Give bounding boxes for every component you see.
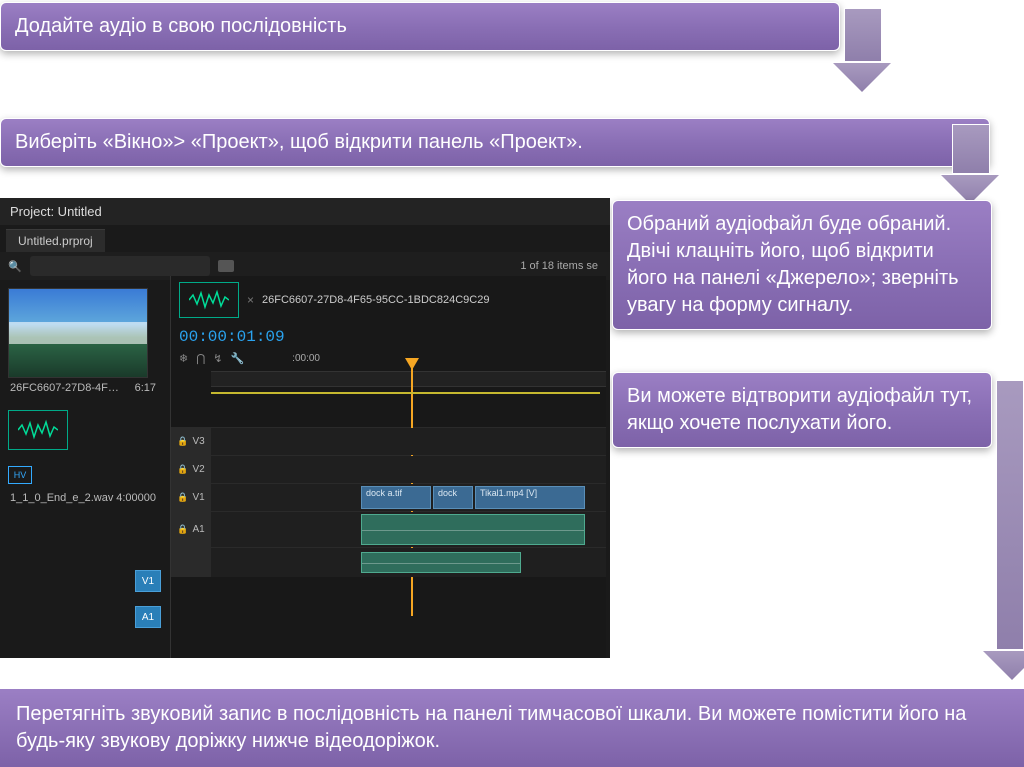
audio-thumbnail[interactable] bbox=[8, 410, 68, 450]
link-icon[interactable]: ↯ bbox=[213, 352, 222, 365]
arrow-1-stem bbox=[844, 8, 882, 62]
arrow-4-stem bbox=[996, 380, 1024, 650]
close-icon[interactable]: × bbox=[247, 293, 254, 307]
lock-icon[interactable]: 🔒 bbox=[177, 436, 188, 447]
callout-step4: Ви можете відтворити аудіофайл тут, якщо… bbox=[612, 372, 992, 448]
waveform-icon bbox=[189, 289, 229, 311]
track-v1[interactable]: 🔒V1 dock a.tif dock Tikal1.mp4 [V] bbox=[171, 483, 606, 511]
project-search-input[interactable] bbox=[30, 256, 210, 276]
source-timeline-area: × 26FC6607-27D8-4F65-95CC-1BDC824C9C29 0… bbox=[170, 276, 606, 658]
track-a1[interactable]: 🔒A1 bbox=[171, 511, 606, 547]
search-icon: 🔍 bbox=[8, 260, 22, 273]
track-v2[interactable]: 🔒V2 bbox=[171, 455, 606, 483]
source-patch-boxes: V1 bbox=[135, 570, 161, 592]
hv-marker-icon[interactable]: HV bbox=[8, 466, 32, 484]
callout-step1: Додайте аудіо в свою послідовність bbox=[0, 2, 840, 51]
lock-icon[interactable]: 🔒 bbox=[177, 464, 188, 475]
thumb-duration: 6:17 bbox=[135, 382, 156, 394]
timeline-clip[interactable]: Tikal1.mp4 [V] bbox=[475, 486, 585, 509]
wrench-icon[interactable]: 🔧 bbox=[230, 352, 244, 365]
thumb-name: 26FC6607-27D8-4F… bbox=[10, 382, 119, 394]
callout-step3-text: Обраний аудіофайл буде обраний. Двічі кл… bbox=[627, 213, 959, 316]
source-patch-v1[interactable]: V1 bbox=[135, 570, 161, 592]
callout-step5: Перетягніть звуковий запис в послідовніс… bbox=[0, 689, 1024, 767]
project-tab[interactable]: Untitled.prproj bbox=[6, 229, 105, 252]
arrow-1-head bbox=[832, 62, 892, 92]
waveform-icon bbox=[18, 419, 58, 441]
work-area-bar[interactable] bbox=[211, 392, 600, 394]
ruler-timestamp: :00:00 bbox=[292, 353, 320, 364]
timeline-clip[interactable]: dock bbox=[433, 486, 473, 509]
snap-icon[interactable]: ❄ bbox=[179, 352, 188, 365]
items-count-label: 1 of 18 items se bbox=[520, 260, 602, 272]
timeline-tracks: 🔒V3 🔒V2 🔒V1 dock a.tif dock Tikal1.mp4 [… bbox=[171, 427, 606, 577]
marker-icon[interactable]: ⋂ bbox=[196, 352, 205, 365]
editor-screenshot: Project: Untitled Untitled.prproj 🔍 1 of… bbox=[0, 198, 610, 658]
arrow-4-head bbox=[982, 650, 1024, 680]
source-clip-chip[interactable] bbox=[179, 282, 239, 318]
timeline-clip[interactable]: dock a.tif bbox=[361, 486, 431, 509]
timecode-display[interactable]: 00:00:01:09 bbox=[171, 324, 606, 350]
lock-icon[interactable]: 🔒 bbox=[177, 524, 188, 535]
bin-column: 26FC6607-27D8-4F… 6:17 HV 1_1_0_End_e_2.… bbox=[8, 288, 158, 508]
source-tools-row: ❄ ⋂ ↯ 🔧 :00:00 bbox=[171, 350, 606, 367]
source-clip-name: 26FC6607-27D8-4F65-95CC-1BDC824C9C29 bbox=[262, 294, 489, 306]
source-patch-a1[interactable]: A1 bbox=[135, 606, 161, 628]
source-clip-header: × 26FC6607-27D8-4F65-95CC-1BDC824C9C29 bbox=[171, 276, 606, 324]
track-v3[interactable]: 🔒V3 bbox=[171, 427, 606, 455]
project-panel-title: Project: Untitled bbox=[0, 198, 610, 225]
audio-thumbnail-label: 1_1_0_End_e_2.wav 4:00000 bbox=[8, 488, 158, 508]
timeline-audio-clip[interactable] bbox=[361, 552, 521, 573]
callout-step3: Обраний аудіофайл буде обраний. Двічі кл… bbox=[612, 200, 992, 330]
track-a-extra[interactable] bbox=[171, 547, 606, 577]
callout-step2: Виберіть «Вікно»> «Проект», щоб відкрити… bbox=[0, 118, 990, 167]
callout-step2-text: Виберіть «Вікно»> «Проект», щоб відкрити… bbox=[15, 131, 583, 153]
view-mode-icon[interactable] bbox=[218, 260, 234, 272]
timeline-audio-clip[interactable] bbox=[361, 514, 585, 545]
video-thumbnail-label: 26FC6607-27D8-4F… 6:17 bbox=[8, 378, 158, 398]
callout-step5-text: Перетягніть звуковий запис в послідовніс… bbox=[16, 703, 966, 752]
lock-icon[interactable]: 🔒 bbox=[177, 492, 188, 503]
arrow-2-stem bbox=[952, 124, 990, 174]
video-thumbnail[interactable] bbox=[8, 288, 148, 378]
wave-duration: 4:00000 bbox=[116, 492, 156, 504]
wave-name: 1_1_0_End_e_2.wav bbox=[10, 492, 113, 504]
timeline-ruler[interactable] bbox=[211, 371, 606, 387]
source-patch-boxes-a: A1 bbox=[135, 606, 161, 628]
callout-step1-text: Додайте аудіо в свою послідовність bbox=[15, 15, 347, 37]
callout-step4-text: Ви можете відтворити аудіофайл тут, якщо… bbox=[627, 385, 972, 434]
